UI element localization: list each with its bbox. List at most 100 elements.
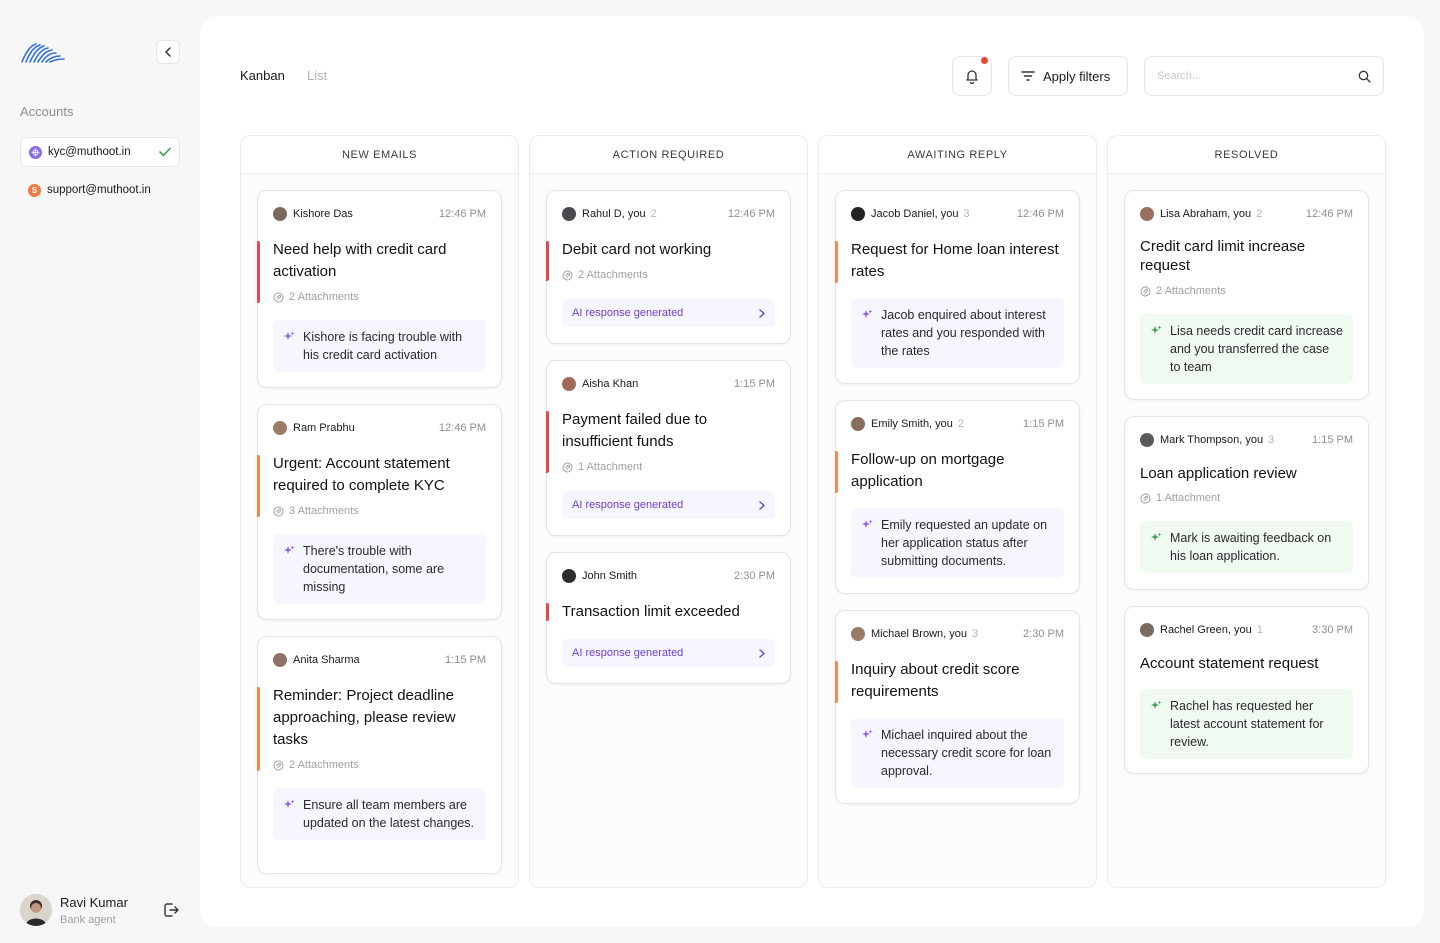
sender-avatar <box>1140 207 1154 221</box>
ai-response-link[interactable]: AI response generated <box>562 491 775 519</box>
summary-text: Jacob enquired about interest rates and … <box>881 308 1046 358</box>
email-time: 12:46 PM <box>727 208 775 220</box>
ai-summary: Rachel has requested her latest account … <box>1140 689 1353 759</box>
attachments[interactable]: 2 Attachments <box>273 759 359 771</box>
card-header: Jacob Daniel, you 3 12:46 PM <box>851 207 1064 221</box>
email-time: 1:15 PM <box>1023 418 1064 430</box>
paperclip-icon <box>562 462 573 472</box>
email-subject: Loan application review <box>1140 465 1297 482</box>
summary-text: Michael inquired about the necessary cre… <box>881 728 1052 778</box>
chevron-right-icon <box>759 500 765 510</box>
priority-bar <box>546 603 549 621</box>
tab-list[interactable]: List <box>307 68 327 83</box>
brand-logo[interactable] <box>20 40 66 64</box>
email-subject: Follow-up on mortgage application <box>851 451 1005 490</box>
priority-bar <box>257 241 260 303</box>
chevron-right-icon <box>759 648 765 658</box>
attachments[interactable]: 1 Attachment <box>562 461 642 473</box>
support-account-icon: S <box>28 183 41 197</box>
sender-name: Rahul D, you <box>582 208 646 220</box>
email-card[interactable]: Rahul D, you 2 12:46 PM Debit card not w… <box>546 190 791 344</box>
thread-count: 3 <box>963 208 970 220</box>
paperclip-icon <box>562 270 573 280</box>
card-header: Kishore Das 12:46 PM <box>273 207 486 221</box>
sender-name: Anita Sharma <box>293 654 360 666</box>
paperclip-icon <box>1140 493 1151 503</box>
summary-text: There's trouble with documentation, some… <box>303 544 445 594</box>
sparkle-icon <box>284 545 295 554</box>
email-card[interactable]: Aisha Khan 1:15 PM Payment failed due to… <box>546 360 791 536</box>
user-profile[interactable]: Ravi Kumar Bank agent <box>20 892 180 928</box>
sender-name: Aisha Khan <box>582 378 639 390</box>
notification-dot <box>981 57 988 64</box>
tab-kanban[interactable]: Kanban <box>240 68 285 83</box>
column-title: NEW EMAILS <box>241 136 518 174</box>
card-header: Mark Thompson, you 3 1:15 PM <box>1140 433 1353 447</box>
ai-response-link[interactable]: AI response generated <box>562 639 775 667</box>
collapse-sidebar-button[interactable] <box>156 40 180 64</box>
sparkle-icon <box>284 331 295 340</box>
email-subject: Credit card limit increase request <box>1140 238 1306 274</box>
email-card[interactable]: Rachel Green, you 1 3:30 PM Account stat… <box>1124 606 1369 774</box>
attachments[interactable]: 3 Attachments <box>273 505 359 517</box>
email-card[interactable]: Jacob Daniel, you 3 12:46 PM Request for… <box>835 190 1080 384</box>
sparkle-icon <box>284 799 295 808</box>
email-card[interactable]: Michael Brown, you 3 2:30 PM Inquiry abo… <box>835 610 1080 804</box>
ai-response-link[interactable]: AI response generated <box>562 299 775 327</box>
ai-summary: Mark is awaiting feedback on his loan ap… <box>1140 521 1353 573</box>
check-icon <box>159 147 171 157</box>
summary-text: Lisa needs credit card increase and you … <box>1170 324 1344 374</box>
email-time: 2:30 PM <box>734 570 775 582</box>
account-email: kyc@muthoot.in <box>48 146 131 158</box>
kyc-account-icon <box>29 145 42 159</box>
email-card[interactable]: Anita Sharma 1:15 PM Reminder: Project d… <box>257 636 502 874</box>
logout-icon[interactable] <box>162 901 180 919</box>
email-subject: Account statement request <box>1140 655 1319 672</box>
apply-filters-button[interactable]: Apply filters <box>1008 56 1128 96</box>
summary-text: Ensure all team members are updated on t… <box>303 798 474 830</box>
email-card[interactable]: Mark Thompson, you 3 1:15 PM Loan applic… <box>1124 416 1369 590</box>
attachments-count: 1 Attachment <box>1156 492 1221 504</box>
search-box[interactable] <box>1144 56 1384 96</box>
email-card[interactable]: Ram Prabhu 12:46 PM Urgent: Account stat… <box>257 404 502 620</box>
email-subject: Debit card not working <box>562 241 712 258</box>
priority-bar <box>546 411 549 473</box>
sender-avatar <box>1140 623 1154 637</box>
email-card[interactable]: Emily Smith, you 2 1:15 PM Follow-up on … <box>835 400 1080 594</box>
sender-avatar <box>562 569 576 583</box>
thread-count: 2 <box>957 418 965 430</box>
main-panel: Kanban List Apply filters NEW EMAILS Kis… <box>200 16 1424 927</box>
attachments[interactable]: 2 Attachments <box>1140 285 1226 297</box>
email-time: 12:46 PM <box>438 208 486 220</box>
email-subject: Request for Home loan interest rates <box>851 241 1059 280</box>
attachments[interactable]: 2 Attachments <box>273 291 359 303</box>
user-name: Ravi Kumar <box>60 894 128 910</box>
email-subject: Need help with credit card activation <box>273 241 447 280</box>
attachments[interactable]: 1 Attachment <box>1140 492 1220 504</box>
email-card[interactable]: Lisa Abraham, you 2 12:46 PM Credit card… <box>1124 190 1369 400</box>
sender-name: Michael Brown, you <box>871 628 967 640</box>
sidebar: Accounts kyc@muthoot.in S support@muthoo… <box>0 0 200 943</box>
priority-bar <box>257 455 260 517</box>
sender-name: Lisa Abraham, you <box>1160 208 1252 220</box>
attachments[interactable]: 2 Attachments <box>562 269 648 281</box>
search-icon[interactable] <box>1358 70 1371 83</box>
search-input[interactable] <box>1157 70 1358 82</box>
sparkle-icon <box>1151 700 1162 709</box>
card-header: Aisha Khan 1:15 PM <box>562 377 775 391</box>
notifications-button[interactable] <box>952 56 992 96</box>
ai-response-label: AI response generated <box>572 307 684 319</box>
sender-avatar <box>851 417 865 431</box>
summary-text: Rachel has requested her latest account … <box>1170 699 1324 749</box>
account-item-kyc[interactable]: kyc@muthoot.in <box>20 137 180 167</box>
card-header: Anita Sharma 1:15 PM <box>273 653 486 667</box>
sparkle-icon <box>862 309 873 318</box>
email-card[interactable]: Kishore Das 12:46 PM Need help with cred… <box>257 190 502 388</box>
account-item-support[interactable]: S support@muthoot.in <box>20 175 180 205</box>
priority-bar <box>835 241 838 283</box>
email-subject: Transaction limit exceeded <box>562 603 740 620</box>
summary-text: Kishore is facing trouble with his credi… <box>303 330 463 362</box>
email-card[interactable]: John Smith 2:30 PM Transaction limit exc… <box>546 552 791 684</box>
ai-summary: Ensure all team members are updated on t… <box>273 788 486 840</box>
sparkle-icon <box>862 519 873 528</box>
